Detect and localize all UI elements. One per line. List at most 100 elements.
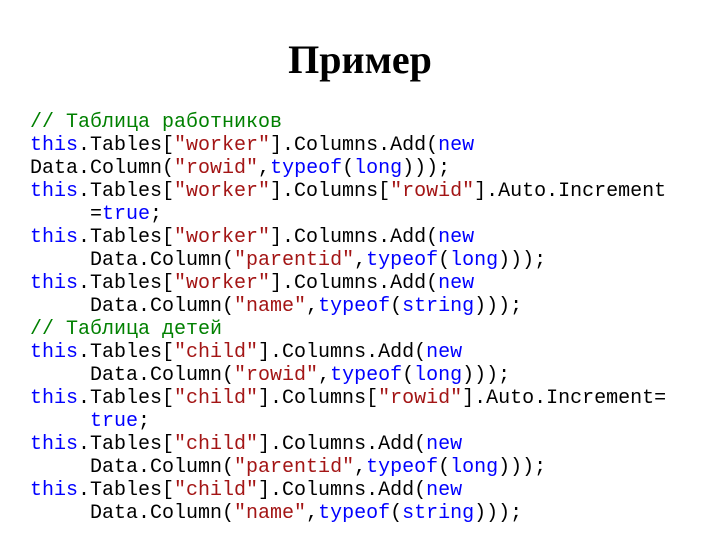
code-token: true [90,410,138,433]
code-token: ].Columns[ [258,387,378,410]
code-token: ( [342,157,354,180]
code-token: "worker" [174,226,270,249]
code-token: , [354,456,366,479]
code-line: Data.Column("rowid",typeof(long))); [30,157,690,180]
code-token: ].Columns.Add( [258,433,426,456]
code-token: this [30,341,78,364]
code-token: true [102,203,150,226]
code-line: this.Tables["worker"].Columns.Add(new [30,272,690,295]
code-token: , [354,249,366,272]
code-token: .Tables[ [78,341,174,364]
code-token: ))); [402,157,450,180]
code-token [474,134,486,157]
code-token: "rowid" [390,180,474,203]
code-token: this [30,479,78,502]
slide-title: Пример [30,36,690,83]
code-token: "child" [174,387,258,410]
code-token: .Tables[ [78,180,174,203]
code-token: // Таблица детей [30,318,222,341]
code-token: Data.Column( [30,364,234,387]
code-token: this [30,433,78,456]
code-token: ; [138,410,150,433]
code-token: long [414,364,462,387]
code-line: this.Tables["worker"].Columns["rowid"].A… [30,180,690,203]
code-token: "parentid" [234,456,354,479]
code-token: new [438,226,474,249]
code-token [474,226,486,249]
code-line: Data.Column("parentid",typeof(long))); [30,249,690,272]
code-token: Data.Column( [30,502,234,525]
code-token: string [402,295,474,318]
code-token: "name" [234,502,306,525]
code-line: true; [30,410,690,433]
code-token: "worker" [174,134,270,157]
code-token: "name" [234,295,306,318]
code-token: "child" [174,433,258,456]
code-token: ))); [474,295,522,318]
code-token: ].Columns.Add( [270,226,438,249]
code-token: "rowid" [234,364,318,387]
code-token: typeof [318,502,390,525]
code-token: ].Columns.Add( [270,134,438,157]
code-token: , [306,295,318,318]
code-token: .Tables[ [78,134,174,157]
code-token: string [402,502,474,525]
code-token: // Таблица работников [30,111,282,134]
code-token: Data.Column( [30,249,234,272]
code-token: ].Columns.Add( [258,341,426,364]
code-line: this.Tables["child"].Columns["rowid"].Au… [30,387,690,410]
code-line: // Таблица детей [30,318,690,341]
code-line: Data.Column("name",typeof(string))); [30,502,690,525]
code-token: ))); [474,502,522,525]
code-token: new [426,433,462,456]
slide: Пример // Таблица работниковthis.Tables[… [0,0,720,540]
code-token: ( [402,364,414,387]
code-token: "rowid" [378,387,462,410]
code-token: .Tables[ [78,226,174,249]
code-token [462,433,474,456]
code-token: , [306,502,318,525]
code-token: ].Columns[ [270,180,390,203]
code-token: .Tables[ [78,479,174,502]
code-token: typeof [366,456,438,479]
code-token: "parentid" [234,249,354,272]
code-token: ( [438,249,450,272]
code-line: Data.Column("rowid",typeof(long))); [30,364,690,387]
code-line: this.Tables["worker"].Columns.Add(new [30,226,690,249]
code-token [30,410,90,433]
code-token: ))); [498,249,546,272]
code-token: ; [150,203,162,226]
code-token: this [30,272,78,295]
code-token: this [30,180,78,203]
code-line: this.Tables["worker"].Columns.Add(new [30,134,690,157]
code-token: Data.Column( [30,157,174,180]
code-token: = [30,203,102,226]
code-token: .Tables[ [78,387,174,410]
code-token: "worker" [174,180,270,203]
code-token: new [438,134,474,157]
code-token [462,479,474,502]
code-token: ].Auto.Increment [474,180,666,203]
code-line: this.Tables["child"].Columns.Add(new [30,479,690,502]
code-token: new [426,479,462,502]
code-token: ].Columns.Add( [270,272,438,295]
code-token: ].Auto.Increment= [462,387,666,410]
code-line: Data.Column("parentid",typeof(long))); [30,456,690,479]
code-token: typeof [270,157,342,180]
code-line: this.Tables["child"].Columns.Add(new [30,433,690,456]
code-line: this.Tables["child"].Columns.Add(new [30,341,690,364]
code-token: typeof [318,295,390,318]
code-token: long [354,157,402,180]
code-token: ))); [498,456,546,479]
code-token: this [30,134,78,157]
code-token: ( [390,295,402,318]
code-token: long [450,456,498,479]
code-token: long [450,249,498,272]
code-token: "rowid" [174,157,258,180]
code-token: typeof [366,249,438,272]
code-token: , [258,157,270,180]
code-token: "child" [174,479,258,502]
code-token: this [30,226,78,249]
code-token: new [438,272,474,295]
code-token: this [30,387,78,410]
